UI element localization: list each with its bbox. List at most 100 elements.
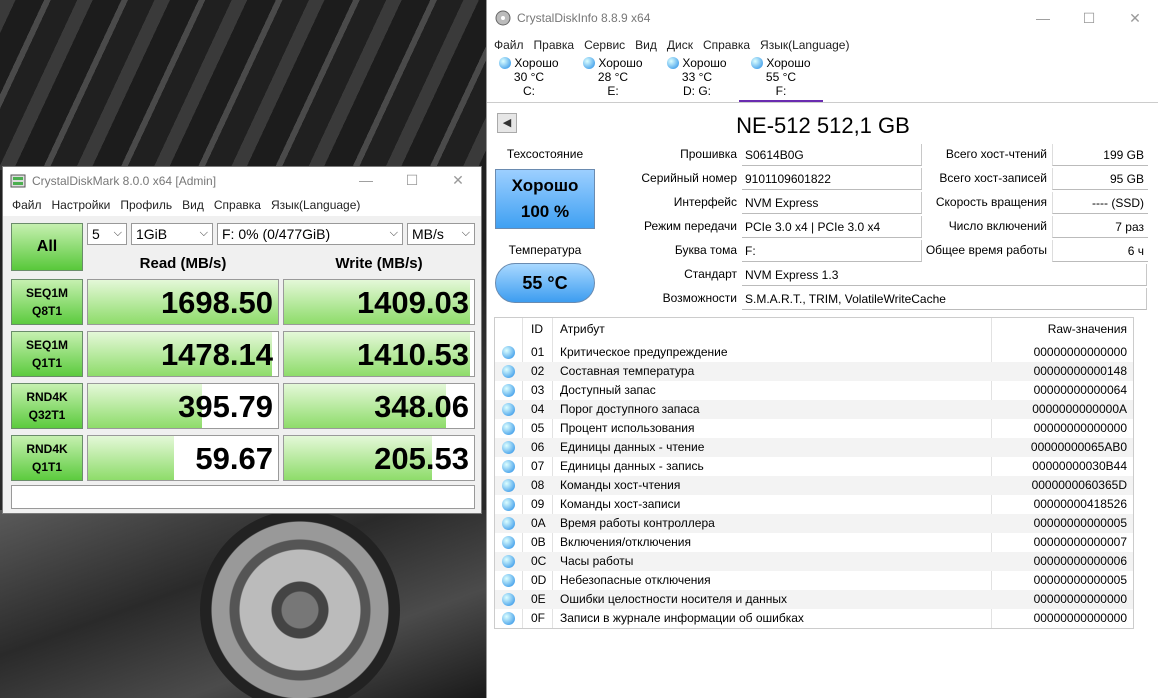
header-raw[interactable]: Raw-значения — [1048, 320, 1127, 339]
disk-tab-f[interactable]: Хорошо 55 °C F: — [739, 54, 823, 102]
drive-value: F: 0% (0/477GiB) — [222, 226, 331, 242]
smart-row[interactable]: 0B Включения/отключения 00000000000007 — [495, 533, 1133, 552]
test-button-1[interactable]: SEQ1M Q1T1 — [11, 331, 83, 377]
status-good-icon — [502, 517, 515, 530]
smart-raw: 00000000000006 — [1033, 554, 1127, 568]
status-good-icon — [502, 593, 515, 606]
read-result-value: 1698.50 — [160, 285, 273, 320]
close-icon[interactable]: ✕ — [1112, 10, 1158, 27]
smart-row[interactable]: 04 Порог доступного запаса 0000000000000A — [495, 400, 1133, 419]
smart-raw: 00000000065AB0 — [1030, 440, 1127, 454]
close-icon[interactable]: ✕ — [435, 172, 481, 189]
power-hours-label: Общее время работы — [925, 243, 1047, 257]
wallpaper-beams — [0, 0, 486, 170]
write-result-value: 1409.03 — [356, 285, 469, 320]
power-count-value: 7 раз — [1052, 216, 1148, 238]
unit-select[interactable]: MB/s ⌵ — [407, 223, 475, 245]
wallpaper-wheel — [200, 510, 400, 698]
rotation-label: Скорость вращения — [935, 195, 1047, 209]
disk-temp: 33 °C — [681, 70, 713, 84]
test-queue: Q1T1 — [31, 356, 62, 370]
menu-language[interactable]: Язык(Language) — [760, 38, 849, 52]
smart-id: 02 — [531, 364, 545, 378]
menu-view[interactable]: Вид — [182, 198, 204, 212]
menu-file[interactable]: Файл — [494, 38, 524, 52]
menu-language[interactable]: Язык(Language) — [271, 198, 360, 212]
drive-select[interactable]: F: 0% (0/477GiB) ⌵ — [217, 223, 403, 245]
disk-status: Хорошо — [598, 56, 643, 70]
size-select[interactable]: 1GiB ⌵ — [131, 223, 213, 245]
menu-service[interactable]: Сервис — [584, 38, 625, 52]
temperature-badge: 55 °C — [495, 263, 595, 303]
minimize-icon[interactable]: — — [1020, 10, 1066, 27]
menu-help[interactable]: Справка — [703, 38, 750, 52]
cdi-titlebar[interactable]: CrystalDiskInfo 8.8.9 x64 — ☐ ✕ — [487, 0, 1158, 36]
smart-row[interactable]: 09 Команды хост-записи 00000000418526 — [495, 495, 1133, 514]
disk-tab-c[interactable]: Хорошо 30 °C C: — [487, 54, 571, 102]
menu-profile[interactable]: Профиль — [120, 198, 172, 212]
crystaldiskmark-window: CrystalDiskMark 8.0.0 x64 [Admin] — ☐ ✕ … — [2, 166, 482, 514]
smart-row[interactable]: 02 Составная температура 00000000000148 — [495, 362, 1133, 381]
test-button-2[interactable]: RND4K Q32T1 — [11, 383, 83, 429]
menu-file[interactable]: Файл — [12, 198, 42, 212]
smart-row[interactable]: 05 Процент использования 00000000000000 — [495, 419, 1133, 438]
smart-row[interactable]: 01 Критическое предупреждение 000000000000… — [495, 343, 1133, 362]
smart-row[interactable]: 0D Небезопасные отключения 00000000000005 — [495, 571, 1133, 590]
header-attribute[interactable]: Атрибут — [560, 320, 605, 339]
maximize-icon[interactable]: ☐ — [1066, 10, 1112, 27]
serial-value: 9101109601822 — [742, 168, 922, 190]
cdm-titlebar[interactable]: CrystalDiskMark 8.0.0 x64 [Admin] — ☐ ✕ — [3, 167, 481, 194]
write-header: Write (MB/s) — [335, 255, 423, 272]
status-good-icon — [499, 57, 512, 69]
menu-settings[interactable]: Настройки — [52, 198, 111, 212]
health-percent: 100 % — [520, 202, 570, 221]
smart-raw: 00000000000007 — [1033, 535, 1127, 549]
count-value: 5 — [92, 226, 100, 242]
smart-raw: 00000000000000 — [1033, 345, 1127, 359]
smart-id: 08 — [531, 478, 545, 492]
smart-row[interactable]: 0C Часы работы 00000000000006 — [495, 552, 1133, 571]
comment-input[interactable] — [11, 485, 475, 509]
read-result-cell: 1698.50 — [87, 279, 279, 325]
volume-label: Буква тома — [674, 243, 737, 257]
read-result-value: 59.67 — [195, 441, 273, 476]
disk-letter: E: — [607, 84, 619, 98]
menu-disk[interactable]: Диск — [667, 38, 693, 52]
write-result-value: 348.06 — [374, 389, 469, 424]
smart-row[interactable]: 06 Единицы данных - чтение 00000000065AB0 — [495, 438, 1133, 457]
menu-view[interactable]: Вид — [635, 38, 657, 52]
test-button-0[interactable]: SEQ1M Q8T1 — [11, 279, 83, 325]
minimize-icon[interactable]: — — [343, 172, 389, 189]
count-select[interactable]: 5 ⌵ — [87, 223, 127, 245]
disk-letter: C: — [523, 84, 535, 98]
smart-row[interactable]: 0E Ошибки целостности носителя и данных 00… — [495, 590, 1133, 609]
smart-row[interactable]: 0F Записи в журнале информации об ошибках… — [495, 609, 1133, 628]
smart-row[interactable]: 03 Доступный запас 00000000000064 — [495, 381, 1133, 400]
disk-tab-e[interactable]: Хорошо 28 °C E: — [571, 54, 655, 102]
smart-row[interactable]: 0A Время работы контроллера 00000000000005 — [495, 514, 1133, 533]
smart-id: 05 — [531, 421, 545, 435]
test-button-3[interactable]: RND4K Q1T1 — [11, 435, 83, 481]
menu-edit[interactable]: Правка — [534, 38, 575, 52]
smart-row[interactable]: 07 Единицы данных - запись 00000000030B44 — [495, 457, 1133, 476]
all-button[interactable]: All — [11, 223, 83, 271]
rotation-value: ---- (SSD) — [1052, 192, 1148, 214]
smart-row[interactable]: 08 Команды хост-чтения 0000000060365D — [495, 476, 1133, 495]
maximize-icon[interactable]: ☐ — [389, 172, 435, 189]
test-name: RND4K — [26, 390, 68, 404]
status-good-icon — [583, 57, 596, 69]
smart-id: 0F — [531, 611, 546, 625]
health-label: Техсостояние — [506, 147, 584, 161]
write-result-value: 1410.53 — [356, 337, 469, 372]
serial-label: Серийный номер — [641, 171, 737, 185]
smart-table[interactable]: ID Атрибут Raw-значения 01 Критическое пр… — [494, 317, 1134, 629]
test-queue: Q1T1 — [31, 460, 62, 474]
smart-id: 07 — [531, 459, 545, 473]
test-name: SEQ1M — [25, 286, 68, 300]
menu-help[interactable]: Справка — [214, 198, 261, 212]
disk-tab-dg[interactable]: Хорошо 33 °C D: G: — [655, 54, 739, 102]
smart-id: 0A — [531, 516, 546, 530]
disk-details: ◀ NE-512 512,1 GB Техсостояние Хорошо 100… — [487, 102, 1158, 698]
header-id[interactable]: ID — [531, 320, 543, 339]
smart-id: 06 — [531, 440, 545, 454]
